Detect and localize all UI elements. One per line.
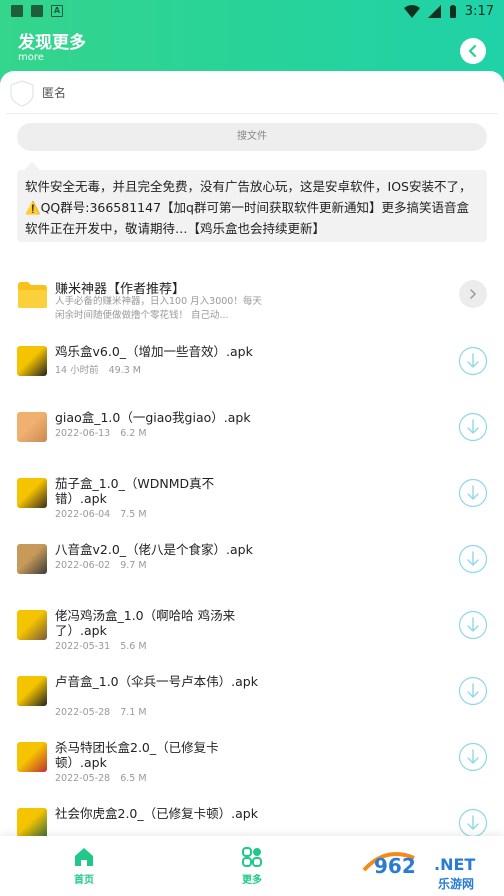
user-name: 匿名 xyxy=(42,86,67,100)
svg-text:962: 962 xyxy=(374,854,416,878)
back-button[interactable] xyxy=(460,38,486,64)
app-thumbnail-icon xyxy=(17,742,47,772)
file-meta: 14 小时前 49.3 M xyxy=(55,362,141,376)
avatar[interactable] xyxy=(8,79,36,107)
clock: 3:17 xyxy=(464,3,494,19)
file-date: 2022-05-31 xyxy=(55,641,111,652)
file-row[interactable]: 八音盒v2.0_（佬八是个食家）.apk 2022-06-02 9.7 M xyxy=(0,542,504,602)
app-thumbnail-icon xyxy=(17,808,47,838)
file-date: 2022-05-28 xyxy=(55,707,111,718)
download-icon[interactable] xyxy=(458,610,488,640)
watermark-logo: 962 .NET 乐游网 xyxy=(362,842,475,891)
file-row[interactable]: 杀马特团长盒2.0_（已修复卡顿）.apk 2022-05-28 6.5 M xyxy=(0,740,504,800)
file-size: 5.6 M xyxy=(120,641,147,652)
file-size: 6.5 M xyxy=(120,773,147,784)
file-meta: 2022-05-28 6.5 M xyxy=(55,773,147,784)
file-meta: 2022-05-28 7.1 M xyxy=(55,707,147,718)
nav-home[interactable]: 首页 xyxy=(54,846,114,886)
app-thumbnail-icon xyxy=(17,676,47,706)
app-thumbnail-icon xyxy=(17,610,47,640)
file-name[interactable]: 八音盒v2.0_（佬八是个食家）.apk xyxy=(55,542,260,557)
file-name[interactable]: 社会你虎盒2.0_（已修复卡顿）.apk xyxy=(55,806,260,821)
file-date: 2022-06-04 xyxy=(55,509,111,520)
file-name[interactable]: 卢音盒_1.0（伞兵一号卢本伟）.apk xyxy=(55,674,260,689)
app-thumbnail-icon xyxy=(17,478,47,508)
file-name[interactable]: giao盒_1.0（一giao我giao）.apk xyxy=(55,410,260,425)
download-icon[interactable] xyxy=(458,346,488,376)
file-date: 2022-05-28 xyxy=(55,773,111,784)
file-size: 6.2 M xyxy=(120,428,147,439)
notification-icon xyxy=(11,5,23,17)
chevron-left-icon xyxy=(468,44,477,58)
divider xyxy=(6,113,498,114)
nav-more[interactable]: 更多 xyxy=(222,846,282,886)
wifi-icon xyxy=(403,4,420,18)
file-size: 7.1 M xyxy=(120,707,147,718)
download-icon[interactable] xyxy=(458,808,488,838)
battery-icon xyxy=(449,4,456,18)
chevron-right-icon xyxy=(470,289,477,299)
file-meta: 2022-06-04 7.5 M xyxy=(55,509,147,520)
status-bar: A 3:17 xyxy=(0,0,504,22)
download-icon[interactable] xyxy=(458,676,488,706)
search-input[interactable]: 搜文件 xyxy=(17,123,487,151)
file-row[interactable]: 鸡乐盒v6.0_（增加一些音效）.apk 14 小时前 49.3 M xyxy=(0,344,504,404)
file-size: 49.3 M xyxy=(108,365,141,376)
app-notification-icon: A xyxy=(51,5,63,17)
page-subtitle: more xyxy=(18,52,44,63)
folder-description: 人手必备的赚米神器，日入100 月入3000！每天闲余时间随便做做撸个零花钱！ … xyxy=(55,296,262,321)
folder-icon[interactable] xyxy=(17,281,48,309)
nav-more-label: 更多 xyxy=(242,875,262,886)
app-thumbnail-icon xyxy=(17,412,47,442)
nav-home-label: 首页 xyxy=(74,875,94,886)
signal-icon xyxy=(427,4,441,18)
file-name[interactable]: 茄子盒_1.0_（WDNMD真不错）.apk xyxy=(55,476,260,506)
notice-box: 软件安全无毒，并且完全免费，没有广告放心玩，这是安卓软件，IOS安装不了，⚠️Q… xyxy=(17,170,487,242)
open-folder-button[interactable] xyxy=(459,280,487,308)
download-icon[interactable] xyxy=(458,544,488,574)
file-row[interactable]: 茄子盒_1.0_（WDNMD真不错）.apk 2022-06-04 7.5 M xyxy=(0,476,504,536)
file-meta: 2022-06-02 9.7 M xyxy=(55,560,147,571)
file-size: 9.7 M xyxy=(120,560,147,571)
file-size: 7.5 M xyxy=(120,509,147,520)
page-title: 发现更多 xyxy=(18,33,86,53)
file-meta: 2022-06-13 6.2 M xyxy=(55,428,147,439)
file-name[interactable]: 鸡乐盒v6.0_（增加一些音效）.apk xyxy=(55,344,260,359)
notification-icon xyxy=(31,5,43,17)
app-thumbnail-icon xyxy=(17,346,47,376)
home-icon xyxy=(75,848,93,866)
file-row[interactable]: giao盒_1.0（一giao我giao）.apk 2022-06-13 6.2 M xyxy=(0,410,504,470)
file-row[interactable]: 卢音盒_1.0（伞兵一号卢本伟）.apk 2022-05-28 7.1 M xyxy=(0,674,504,734)
download-icon[interactable] xyxy=(458,412,488,442)
svg-text:乐游网: 乐游网 xyxy=(438,876,474,891)
file-date: 2022-06-13 xyxy=(55,428,111,439)
file-name[interactable]: 佬冯鸡汤盒_1.0（啊哈哈 鸡汤来了）.apk xyxy=(55,608,260,638)
svg-text:.NET: .NET xyxy=(434,855,475,874)
more-icon xyxy=(242,847,262,867)
file-date: 14 小时前 xyxy=(55,365,99,376)
notice-pointer xyxy=(24,162,40,170)
download-icon[interactable] xyxy=(458,478,488,508)
file-name[interactable]: 杀马特团长盒2.0_（已修复卡顿）.apk xyxy=(55,740,260,770)
file-meta: 2022-05-31 5.6 M xyxy=(55,641,147,652)
app-thumbnail-icon xyxy=(17,544,47,574)
download-icon[interactable] xyxy=(458,742,488,772)
file-row[interactable]: 佬冯鸡汤盒_1.0（啊哈哈 鸡汤来了）.apk 2022-05-31 5.6 M xyxy=(0,608,504,668)
file-date: 2022-06-02 xyxy=(55,560,111,571)
